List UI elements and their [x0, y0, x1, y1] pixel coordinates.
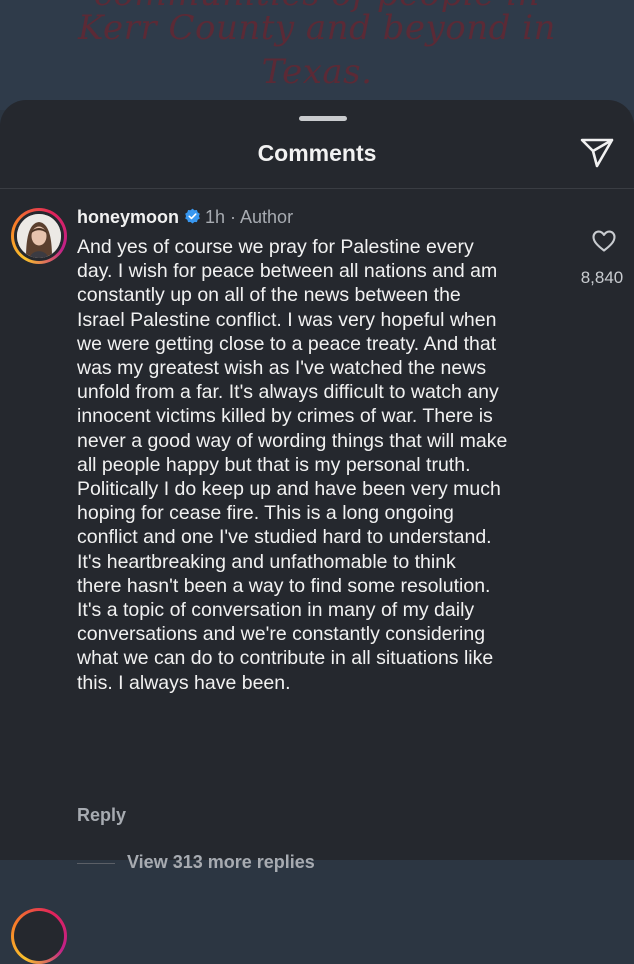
view-replies-button[interactable]: View 313 more replies: [127, 852, 315, 873]
comment-text-line: innocent victims killed by crimes of war…: [77, 405, 493, 428]
avatar-portrait: [17, 214, 61, 258]
replies-divider: [77, 863, 115, 864]
comment-text-line: It's a topic of conversation in many of …: [77, 599, 475, 622]
like-count: 8,840: [580, 268, 624, 287]
comment-text-line: hoping for cease fire. This is a long on…: [77, 502, 454, 525]
background-post-line: Texas.: [261, 52, 373, 92]
next-comment-avatar[interactable]: [11, 908, 67, 964]
comment-meta: 1h · Author: [205, 207, 294, 227]
comment-text-line: all people happy but that is my personal…: [77, 453, 471, 476]
comment-text-line: this. I always have been.: [77, 671, 291, 694]
comment-text-line: unfold from a far. It's always difficult…: [77, 381, 499, 404]
avatar-photo: [17, 214, 61, 258]
comments-sheet: Comments honeymoon 1h · Author And yes o…: [0, 100, 634, 964]
comment-text: And yes of course we pray for Palestine …: [77, 235, 569, 695]
comment-text-line: day. I wish for peace between all nation…: [77, 260, 498, 283]
comment-text-line: what we can do to contribute in all situ…: [77, 647, 494, 670]
comment-text-line: Israel Palestine conflict. I was very ho…: [77, 308, 497, 331]
comment-text-line: never a good way of wording things that …: [77, 429, 508, 452]
comment-text-line: was my greatest wish as I've watched the…: [77, 357, 487, 380]
header-divider: [0, 188, 634, 189]
comment-text-line: conversations and we're constantly consi…: [77, 623, 486, 646]
comment-username[interactable]: honeymoon: [77, 207, 179, 227]
sheet-drag-handle[interactable]: [299, 116, 347, 121]
comment-text-line: conflict and one I've studied hard to un…: [77, 526, 492, 549]
paper-plane-icon[interactable]: [578, 133, 616, 171]
comment-text-line: And yes of course we pray for Palestine …: [77, 236, 474, 258]
comment-text-line: there hasn't been a way to find some res…: [77, 574, 491, 597]
avatar[interactable]: [11, 208, 67, 264]
comment-text-line: constantly up on all of the news between…: [77, 284, 461, 307]
comment-text-line: Politically I do keep up and have been v…: [77, 478, 501, 501]
background-post: communities of people in Kerr County and…: [0, 0, 634, 110]
comment-text-line: It's heartbreaking and unfathomable to t…: [77, 550, 456, 573]
reply-button[interactable]: Reply: [77, 805, 126, 826]
sheet-title: Comments: [257, 140, 377, 166]
comment-text-line: we were getting close to a peace treaty.…: [77, 332, 497, 355]
background-post-line: Kerr County and beyond in: [78, 8, 556, 48]
verified-badge-icon: [185, 208, 200, 224]
heart-outline-icon[interactable]: [591, 228, 617, 254]
comment-header: honeymoon 1h · Author: [77, 207, 293, 228]
